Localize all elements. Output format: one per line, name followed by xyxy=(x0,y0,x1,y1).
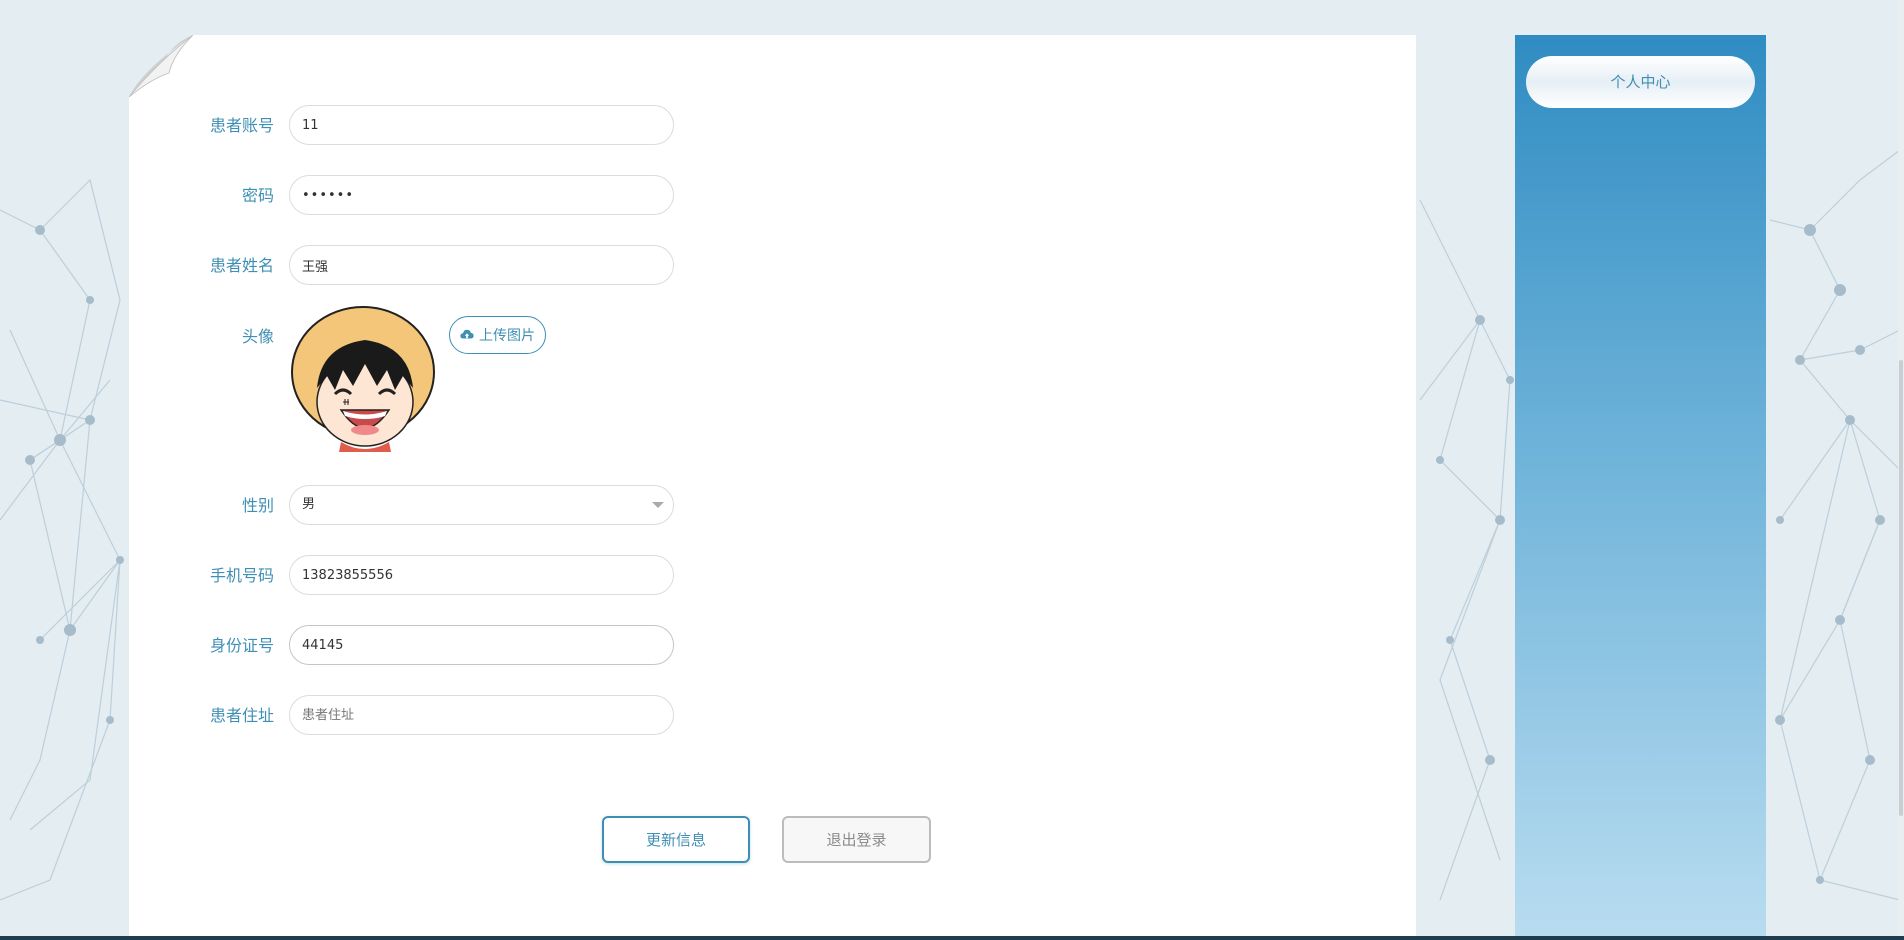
form-row-id-card: 身份证号 xyxy=(129,625,829,667)
page-curl-decoration xyxy=(129,35,193,97)
name-label: 患者姓名 xyxy=(209,256,274,275)
form-row-gender: 性别 男 xyxy=(129,485,829,527)
form-row-phone: 手机号码 xyxy=(129,555,829,597)
chevron-down-icon xyxy=(652,502,664,508)
form-row-address: 患者住址 xyxy=(129,695,829,737)
phone-label: 手机号码 xyxy=(209,566,274,585)
upload-image-label: 上传图片 xyxy=(479,328,535,344)
gender-select[interactable]: 男 xyxy=(289,485,674,525)
gender-select-value: 男 xyxy=(289,485,674,525)
address-label: 患者住址 xyxy=(209,706,274,725)
logout-button[interactable]: 退出登录 xyxy=(782,816,931,863)
password-input[interactable] xyxy=(289,175,674,215)
phone-input[interactable] xyxy=(289,555,674,595)
name-input[interactable] xyxy=(289,245,674,285)
bottom-edge-bar xyxy=(0,936,1904,940)
id-card-input[interactable] xyxy=(289,625,674,665)
avatar-label: 头像 xyxy=(241,327,274,346)
account-label: 患者账号 xyxy=(209,116,274,135)
account-input[interactable] xyxy=(289,105,674,145)
cloud-upload-icon xyxy=(460,329,474,339)
sidebar-item-personal-center[interactable]: 个人中心 xyxy=(1526,56,1755,108)
profile-form-card: 患者账号 密码 患者姓名 头像 xyxy=(129,35,1416,936)
upload-image-button[interactable]: 上传图片 xyxy=(449,316,546,354)
id-card-label: 身份证号 xyxy=(209,636,274,655)
avatar-image xyxy=(291,306,435,452)
sidebar: 个人中心 xyxy=(1515,35,1766,936)
scrollbar-thumb[interactable] xyxy=(1899,360,1903,816)
gender-label: 性别 xyxy=(241,496,274,515)
form-row-name: 患者姓名 xyxy=(129,245,829,287)
update-info-button[interactable]: 更新信息 xyxy=(602,816,750,863)
form-row-password: 密码 xyxy=(129,175,829,217)
address-input[interactable] xyxy=(289,695,674,735)
password-label: 密码 xyxy=(241,186,274,205)
form-row-avatar: 头像 上传图片 xyxy=(129,306,829,466)
form-row-account: 患者账号 xyxy=(129,105,829,147)
